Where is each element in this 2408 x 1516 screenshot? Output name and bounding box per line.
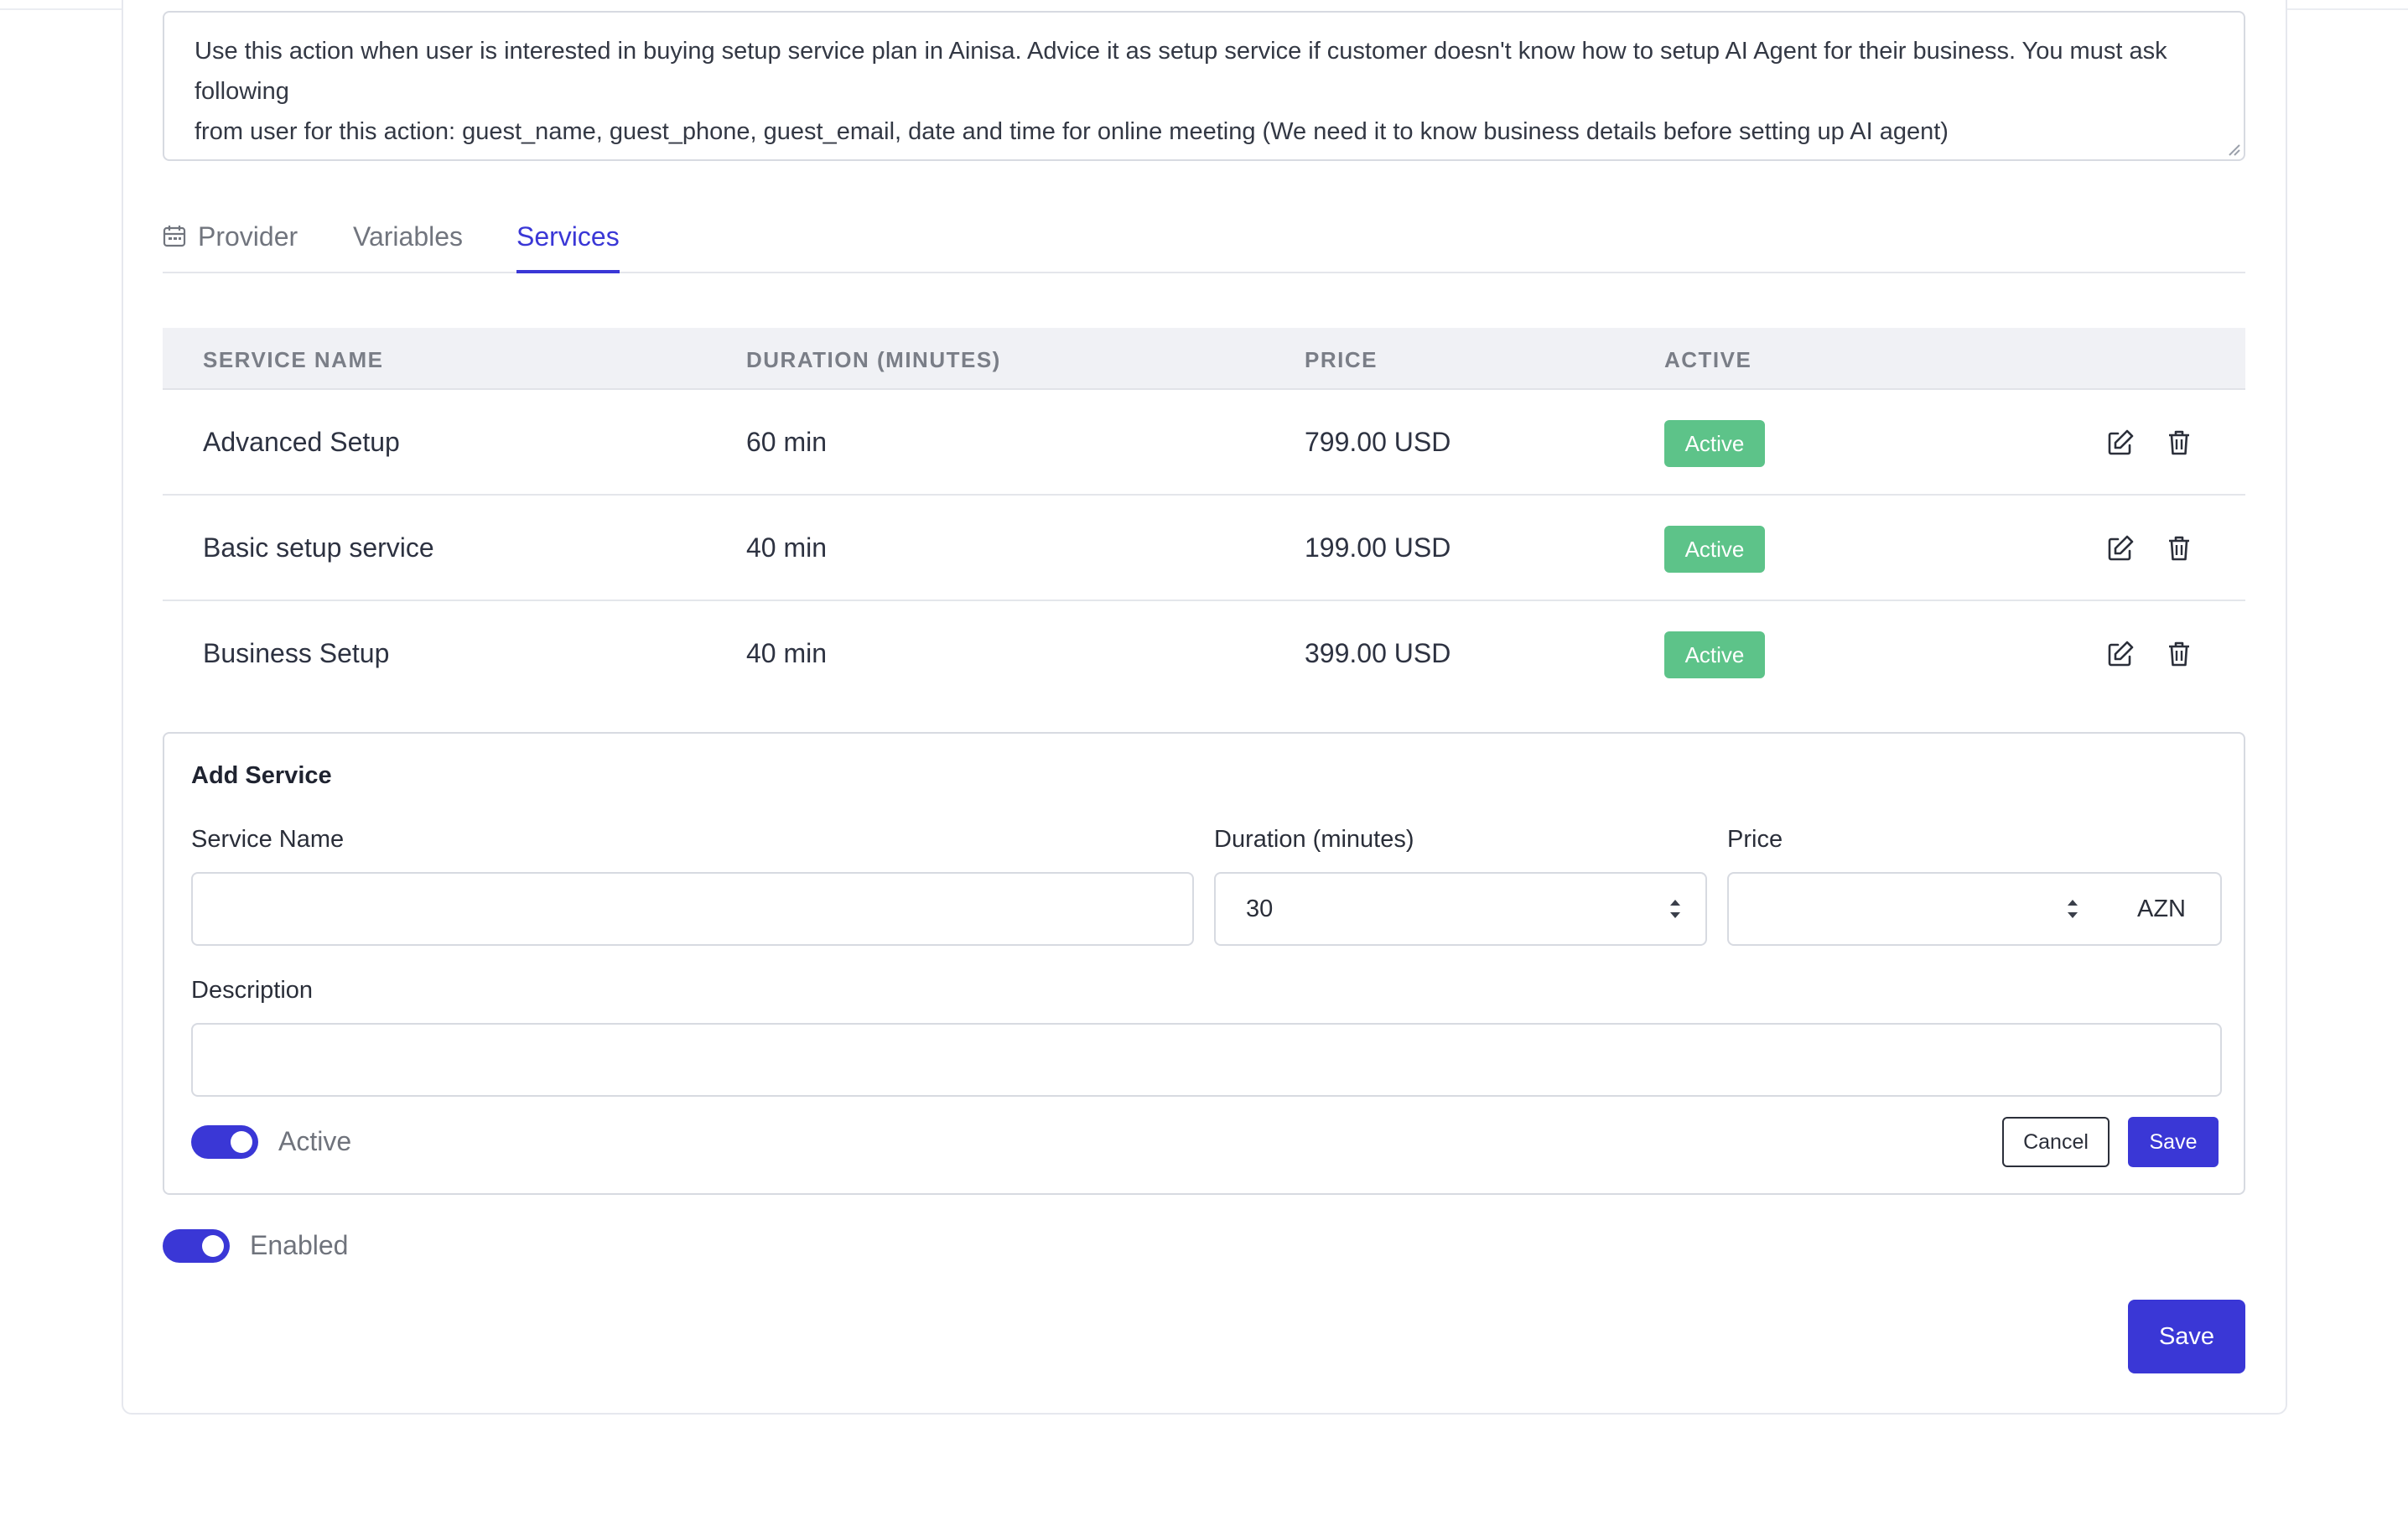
tab-provider[interactable]: Provider (163, 221, 298, 273)
header-duration: DURATION (MINUTES) (746, 347, 1001, 372)
trash-icon[interactable] (2165, 534, 2193, 563)
duration-value: 30 (1246, 895, 1274, 922)
status-badge: Active (1664, 631, 1765, 678)
edit-icon[interactable] (2106, 640, 2135, 668)
tab-variables[interactable]: Variables (353, 221, 463, 273)
price-cell: 799.00 USD (1305, 427, 1451, 457)
trash-icon[interactable] (2165, 428, 2193, 457)
enabled-toggle[interactable] (163, 1229, 230, 1263)
tab-bar: Provider Variables Services (163, 210, 2245, 273)
service-name-cell: Advanced Setup (203, 427, 400, 457)
price-label: Price (1727, 826, 1783, 853)
table-header: SERVICE NAME DURATION (MINUTES) PRICE AC… (163, 328, 2245, 390)
tab-variables-label: Variables (353, 221, 464, 252)
price-stepper-icon[interactable] (2064, 889, 2081, 929)
price-cell: 199.00 USD (1305, 532, 1451, 563)
save-service-button[interactable]: Save (2128, 1117, 2219, 1167)
duration-input[interactable]: 30 (1214, 872, 1707, 946)
duration-cell: 60 min (746, 427, 828, 457)
table-row: Business Setup 40 min 399.00 USD Active (163, 601, 2245, 707)
currency-suffix: AZN (2103, 872, 2222, 946)
description-input[interactable] (191, 1023, 2222, 1097)
duration-stepper-icon[interactable] (1667, 889, 1684, 929)
edit-icon[interactable] (2106, 428, 2135, 457)
tab-provider-label: Provider (198, 221, 298, 252)
toggle-knob (202, 1235, 224, 1257)
header-price: PRICE (1305, 347, 1378, 372)
trash-icon[interactable] (2165, 640, 2193, 668)
tab-services-label: Services (516, 221, 620, 252)
duration-label: Duration (minutes) (1214, 826, 1414, 853)
edit-icon[interactable] (2106, 534, 2135, 563)
tab-services[interactable]: Services (516, 221, 620, 273)
service-name-cell: Basic setup service (203, 532, 434, 563)
status-badge: Active (1664, 420, 1765, 467)
services-table: SERVICE NAME DURATION (MINUTES) PRICE AC… (163, 328, 2245, 707)
action-instructions-text: Use this action when user is interested … (195, 38, 2167, 145)
table-row: Basic setup service 40 min 199.00 USD Ac… (163, 496, 2245, 601)
service-name-label: Service Name (191, 826, 345, 853)
add-service-title: Add Service (191, 762, 332, 789)
resize-handle-icon[interactable] (2225, 141, 2240, 156)
duration-cell: 40 min (746, 532, 828, 563)
add-service-panel: Add Service Service Name Duration (minut… (163, 732, 2245, 1195)
service-name-input[interactable] (191, 872, 1194, 946)
header-active: ACTIVE (1664, 347, 1752, 372)
cancel-button[interactable]: Cancel (2002, 1117, 2110, 1167)
action-instructions-textarea[interactable]: Use this action when user is interested … (163, 11, 2245, 161)
service-name-cell: Business Setup (203, 638, 390, 668)
header-service-name: SERVICE NAME (203, 347, 384, 372)
active-toggle[interactable] (191, 1125, 258, 1159)
price-input[interactable] (1727, 872, 2104, 946)
status-badge: Active (1664, 526, 1765, 573)
table-row: Advanced Setup 60 min 799.00 USD Active (163, 390, 2245, 496)
price-cell: 399.00 USD (1305, 638, 1451, 668)
duration-cell: 40 min (746, 638, 828, 668)
description-label: Description (191, 977, 314, 1004)
enabled-toggle-label: Enabled (250, 1230, 349, 1260)
active-toggle-label: Active (278, 1126, 352, 1156)
calendar-icon (163, 226, 186, 247)
toggle-knob (231, 1131, 252, 1153)
save-button[interactable]: Save (2128, 1300, 2245, 1373)
